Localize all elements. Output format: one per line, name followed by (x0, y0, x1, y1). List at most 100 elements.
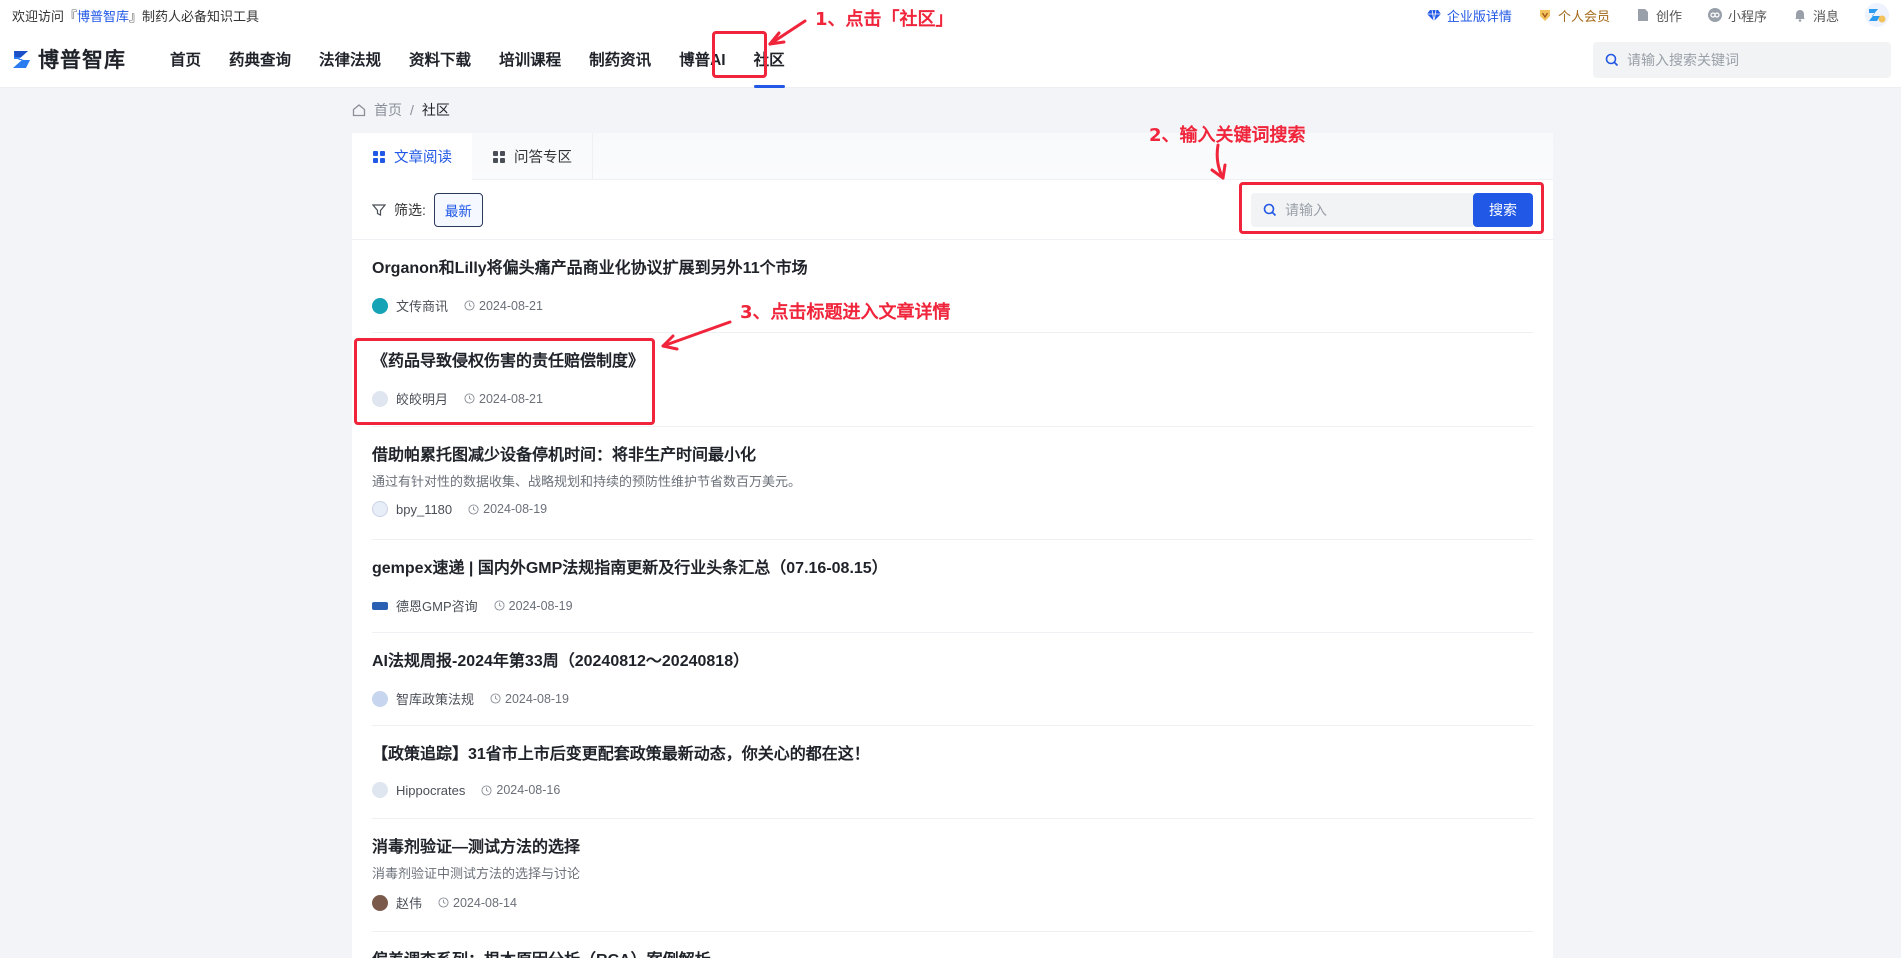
list-item: 偏差调查系列：根本原因分析（RCA）案例解析 (372, 932, 1533, 958)
logo-text: 博普智库 (38, 48, 126, 72)
article-date-text: 2024-08-19 (483, 502, 548, 516)
welcome-suffix: 』制药人必备知识工具 (129, 8, 260, 24)
welcome-text: 欢迎访问『博普智库』制药人必备知识工具 (12, 6, 259, 25)
tab-qa-label: 问答专区 (514, 150, 572, 166)
logo-mark-icon (13, 50, 30, 68)
filter-latest-chip[interactable]: 最新 (433, 192, 483, 227)
article-meta: 智库政策法规 2024-08-19 (372, 689, 1533, 708)
annotation-step1: 1、点击「社区」 (815, 9, 954, 30)
article-title[interactable]: 【政策追踪】31省市上市后变更配套政策最新动态，你关心的都在这！ (372, 744, 1533, 766)
document-icon (1637, 9, 1648, 21)
article-title[interactable]: Organon和Lilly将偏头痛产品商业化协议扩展到另外11个市场 (372, 258, 1533, 280)
annotation-step3: 3、点击标题进入文章详情 (740, 302, 951, 323)
article-author[interactable]: 智库政策法规 (396, 689, 474, 708)
list-item: Organon和Lilly将偏头痛产品商业化协议扩展到另外11个市场 文传商讯 … (372, 240, 1533, 333)
article-title[interactable]: 偏差调查系列：根本原因分析（RCA）案例解析 (372, 950, 1533, 958)
tab-articles[interactable]: 文章阅读 (352, 133, 472, 180)
article-date: 2024-08-16 (481, 783, 560, 797)
user-avatar[interactable] (1865, 3, 1889, 27)
article-title[interactable]: 借助帕累托图减少设备停机时间：将非生产时间最小化 (372, 445, 1533, 467)
filter-group: 筛选: 最新 (372, 192, 483, 227)
vip-label: 个人会员 (1557, 8, 1610, 24)
article-date: 2024-08-19 (494, 599, 573, 613)
breadcrumb: 首页 / 社区 (352, 100, 450, 120)
diamond-icon (1426, 9, 1441, 22)
filter-icon (372, 203, 386, 216)
list-item: 借助帕累托图减少设备停机时间：将非生产时间最小化 通过有针对性的数据收集、战略规… (372, 427, 1533, 540)
article-date-text: 2024-08-14 (453, 895, 517, 910)
article-date-text: 2024-08-21 (479, 298, 543, 313)
article-author[interactable]: 文传商讯 (396, 296, 448, 315)
annotation-box-title (354, 338, 655, 425)
article-summary: 通过有针对性的数据收集、战略规划和持续的预防性维护节省数百万美元。 (372, 474, 802, 489)
author-avatar (372, 894, 388, 911)
miniapp-label: 小程序 (1727, 8, 1767, 24)
nav-item-training[interactable]: 培训课程 (485, 30, 575, 88)
list-item: 【政策追踪】31省市上市后变更配套政策最新动态，你关心的都在这！ Hippocr… (372, 726, 1533, 819)
breadcrumb-separator: / (410, 102, 414, 118)
author-avatar (372, 601, 388, 610)
article-author[interactable]: bpy_1180 (396, 502, 452, 517)
site-logo[interactable]: 博普智库 (12, 44, 126, 74)
article-meta: 文传商讯 2024-08-21 (372, 296, 1533, 315)
article-date-text: 2024-08-19 (505, 691, 569, 706)
article-date: 2024-08-19 (490, 692, 569, 706)
grid-icon (493, 150, 505, 163)
list-item: gempex速递 | 国内外GMP法规指南更新及行业头条汇总（07.16-08.… (372, 540, 1533, 633)
message-label: 消息 (1812, 8, 1839, 24)
main-nav: 博普智库 首页 药典查询 法律法规 资料下载 培训课程 制药资讯 博普AI 社区 (0, 30, 1901, 88)
article-title[interactable]: 消毒剂验证—测试方法的选择 (372, 837, 1533, 859)
author-avatar (372, 501, 388, 517)
nav-item-home[interactable]: 首页 (156, 30, 215, 88)
article-author[interactable]: Hippocrates (396, 783, 465, 798)
article-author[interactable]: 德恩GMP咨询 (396, 596, 478, 615)
vip-badge-icon (1539, 10, 1550, 21)
welcome-brand-link[interactable]: 博普智库 (77, 9, 129, 24)
article-title[interactable]: AI法规周报-2024年第33周（20240812～20240818） (372, 651, 1533, 673)
global-search[interactable] (1593, 42, 1891, 78)
nav-item-pharmacopoeia[interactable]: 药典查询 (215, 30, 305, 88)
vip-link[interactable]: 个人会员 (1538, 6, 1610, 25)
breadcrumb-home[interactable]: 首页 (374, 100, 402, 120)
author-avatar (372, 297, 388, 314)
breadcrumb-current: 社区 (421, 102, 450, 118)
enterprise-link[interactable]: 企业版详情 (1426, 6, 1512, 25)
author-avatar (372, 690, 388, 707)
nav-item-downloads[interactable]: 资料下载 (395, 30, 485, 88)
annotation-box-search (1239, 182, 1544, 234)
article-meta: bpy_1180 2024-08-19 (372, 501, 1533, 517)
content-tabs: 文章阅读 问答专区 (352, 133, 1553, 180)
article-title[interactable]: gempex速递 | 国内外GMP法规指南更新及行业头条汇总（07.16-08.… (372, 558, 1533, 580)
message-link[interactable]: 消息 (1793, 6, 1839, 25)
miniapp-icon (1707, 8, 1722, 22)
create-link[interactable]: 创作 (1636, 6, 1682, 25)
search-icon (1605, 53, 1619, 67)
tab-qa[interactable]: 问答专区 (472, 133, 593, 180)
global-search-input[interactable] (1627, 52, 1877, 68)
clock-icon (438, 897, 449, 908)
list-item: 消毒剂验证—测试方法的选择 消毒剂验证中测试方法的选择与讨论 赵伟 2024-0… (372, 819, 1533, 932)
bell-icon (1794, 10, 1805, 22)
article-summary: 消毒剂验证中测试方法的选择与讨论 (372, 866, 581, 881)
tab-articles-label: 文章阅读 (394, 150, 452, 166)
annotation-box-community (712, 31, 767, 78)
article-meta: Hippocrates 2024-08-16 (372, 782, 1533, 798)
nav-item-laws[interactable]: 法律法规 (305, 30, 395, 88)
enterprise-label: 企业版详情 (1446, 8, 1512, 24)
community-panel: 文章阅读 问答专区 筛选: 最新 搜索 Organon和Lilly将偏头痛产品商… (352, 133, 1553, 958)
nav-menu: 首页 药典查询 法律法规 资料下载 培训课程 制药资讯 博普AI 社区 (156, 30, 799, 88)
article-date: 2024-08-21 (464, 299, 543, 313)
clock-icon (494, 600, 505, 611)
article-author[interactable]: 赵伟 (396, 893, 422, 912)
article-date: 2024-08-19 (468, 502, 547, 516)
grid-icon (373, 150, 385, 163)
user-logo-icon (1869, 9, 1886, 23)
filter-label: 筛选: (394, 201, 426, 218)
welcome-prefix: 欢迎访问『 (12, 8, 78, 24)
clock-icon (464, 300, 475, 311)
article-date-text: 2024-08-16 (496, 783, 561, 797)
miniapp-link[interactable]: 小程序 (1707, 6, 1767, 25)
clock-icon (468, 503, 479, 515)
nav-item-news[interactable]: 制药资讯 (575, 30, 665, 88)
article-meta: 德恩GMP咨询 2024-08-19 (372, 596, 1533, 615)
